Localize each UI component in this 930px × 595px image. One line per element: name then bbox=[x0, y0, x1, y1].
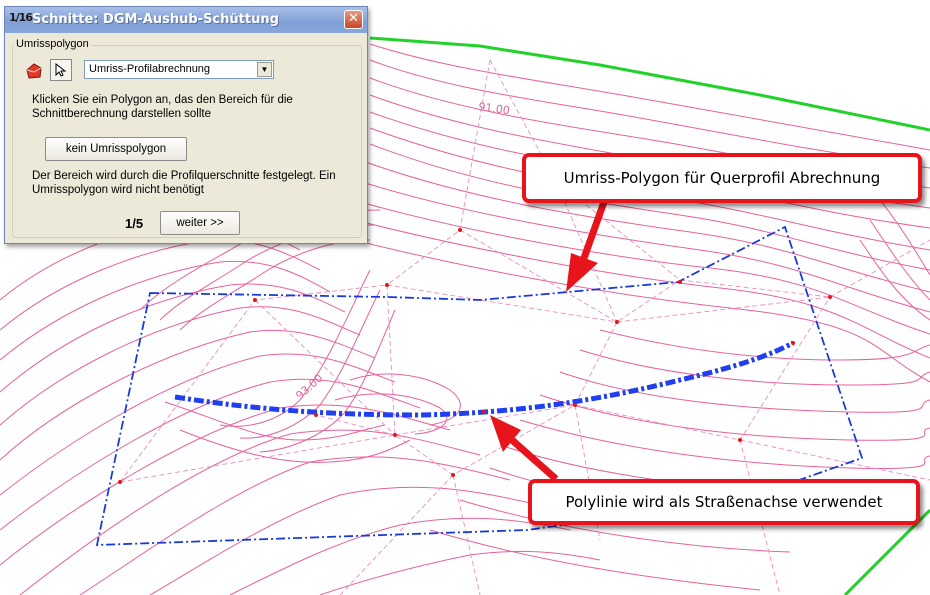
method-select-value: Umriss-Profilabrechnung bbox=[89, 63, 211, 75]
step-indicator: 1/5 bbox=[125, 216, 144, 231]
instruction-text: Klicken Sie ein Polygon an, das den Bere… bbox=[32, 94, 293, 120]
close-icon: ✕ bbox=[348, 11, 359, 26]
next-button[interactable]: weiter >> bbox=[160, 211, 240, 235]
close-button[interactable]: ✕ bbox=[344, 10, 363, 29]
method-select[interactable]: Umriss-Profilabrechnung ▼ bbox=[84, 60, 274, 79]
polygon-icon[interactable] bbox=[24, 61, 44, 81]
dialog-title: Schnitte: DGM-Aushub-Schüttung bbox=[32, 12, 279, 27]
app-icon: 1/16 bbox=[9, 11, 33, 24]
callout-road-axis: Polylinie wird als Straßenachse verwende… bbox=[528, 479, 920, 525]
callout-boundary-polygon: Umriss-Polygon für Querprofil Abrechnung bbox=[522, 153, 922, 203]
contour-label-93: 93.00 bbox=[293, 371, 325, 402]
info-text: Der Bereich wird durch die Profilquersch… bbox=[32, 170, 336, 196]
chevron-down-icon[interactable]: ▼ bbox=[257, 62, 272, 77]
road-axis-polyline[interactable] bbox=[174, 340, 795, 418]
callout-top-text: Umriss-Polygon für Querprofil Abrechnung bbox=[563, 169, 881, 187]
dialog-titlebar[interactable]: 1/16 Schnitte: DGM-Aushub-Schüttung ✕ bbox=[5, 7, 367, 33]
cross-section-dialog: 1/16 Schnitte: DGM-Aushub-Schüttung ✕ Um… bbox=[4, 6, 368, 244]
cursor-pick-button[interactable] bbox=[50, 59, 72, 81]
no-polygon-button[interactable]: kein Umrisspolygon bbox=[45, 137, 187, 161]
contour-label-91: 91.00 bbox=[478, 100, 511, 117]
callout-bottom-text: Polylinie wird als Straßenachse verwende… bbox=[565, 493, 883, 511]
cursor-icon bbox=[55, 62, 67, 77]
group-label: Umrisspolygon bbox=[14, 38, 91, 50]
